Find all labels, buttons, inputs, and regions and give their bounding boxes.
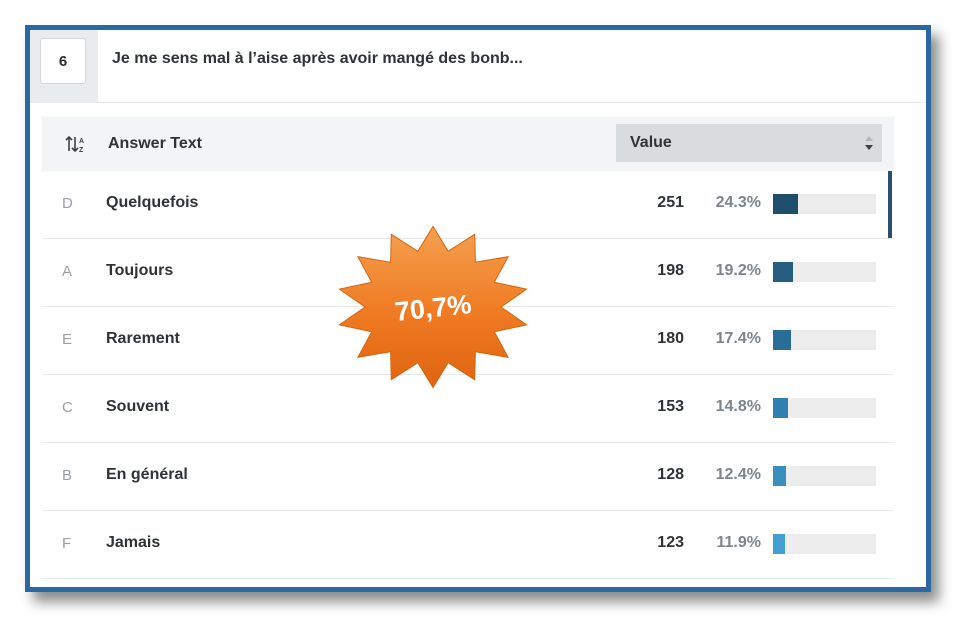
scrollbar-thumb[interactable] xyxy=(888,171,892,238)
column-header-answer-text[interactable]: Answer Text xyxy=(108,135,202,153)
answer-letter: B xyxy=(62,467,73,484)
answer-bar-fill xyxy=(773,398,788,418)
answer-bar-track xyxy=(773,398,876,418)
answer-bar-track xyxy=(773,330,876,350)
answer-label: En général xyxy=(106,466,188,483)
answer-letter: A xyxy=(62,263,73,280)
answer-count: 123 xyxy=(657,534,684,551)
answer-bar-fill xyxy=(773,466,786,486)
answer-percent: 17.4% xyxy=(715,330,761,347)
answer-count: 251 xyxy=(657,194,684,211)
answer-count: 153 xyxy=(657,398,684,415)
answer-percent: 24.3% xyxy=(715,194,761,211)
answer-label: Toujours xyxy=(106,262,174,279)
table-header: A Z Answer Text Value xyxy=(42,117,894,171)
column-header-value[interactable]: Value xyxy=(616,124,882,162)
answer-label: Quelquefois xyxy=(106,194,199,211)
answer-count: 128 xyxy=(657,466,684,483)
answer-percent: 12.4% xyxy=(715,466,761,483)
answer-label: Souvent xyxy=(106,398,170,415)
answer-count: 198 xyxy=(657,262,684,279)
answer-letter: D xyxy=(62,195,73,212)
question-number-cell: 6 xyxy=(30,30,98,102)
answer-label: Jamais xyxy=(106,534,161,551)
question-header: 6 Je me sens mal à l’aise après avoir ma… xyxy=(30,30,926,103)
question-title[interactable]: Je me sens mal à l’aise après avoir mang… xyxy=(112,50,523,68)
answer-bar-fill xyxy=(773,262,793,282)
answer-percent: 19.2% xyxy=(715,262,761,279)
svg-text:A: A xyxy=(79,138,84,145)
answer-percent: 11.9% xyxy=(716,534,761,551)
answer-letter: F xyxy=(62,535,72,552)
answer-bar-track xyxy=(773,262,876,282)
sort-caret-icon[interactable] xyxy=(864,135,874,151)
percentage-starburst-badge: 70,7% xyxy=(338,225,528,389)
sort-alpha-icon[interactable]: A Z xyxy=(64,134,86,154)
answer-bar-fill xyxy=(773,194,798,214)
question-number: 6 xyxy=(40,38,86,84)
answer-letter: E xyxy=(62,331,73,348)
answer-row[interactable]: B En général 128 12.4% xyxy=(42,443,894,511)
answer-bar-track xyxy=(773,194,876,214)
answer-bar-track xyxy=(773,534,876,554)
svg-text:Z: Z xyxy=(79,147,84,154)
answer-percent: 14.8% xyxy=(715,398,761,415)
answer-label: Rarement xyxy=(106,330,180,347)
answer-count: 180 xyxy=(657,330,684,347)
answer-letter: C xyxy=(62,399,73,416)
column-header-value-label: Value xyxy=(630,134,672,151)
answer-row[interactable]: F Jamais 123 11.9% xyxy=(42,511,894,579)
answer-bar-track xyxy=(773,466,876,486)
answer-bar-fill xyxy=(773,534,785,554)
answer-bar-fill xyxy=(773,330,791,350)
